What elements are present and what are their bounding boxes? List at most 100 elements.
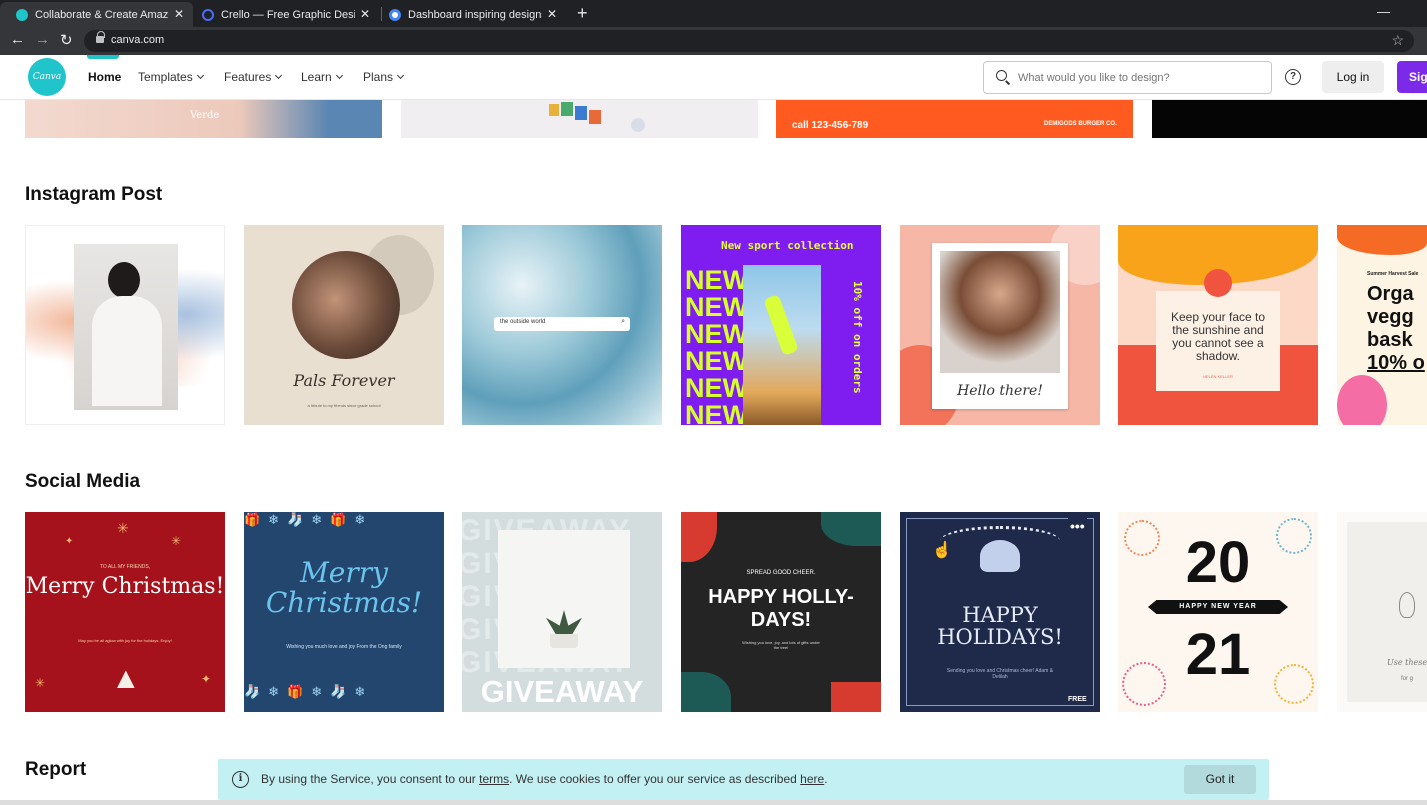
close-icon[interactable]: ✕ [174, 7, 184, 21]
nav-label: Features [224, 70, 272, 84]
headline-line: vegg [1367, 306, 1414, 328]
close-icon[interactable]: ✕ [547, 7, 557, 21]
cursor-hand-icon: ☝ [932, 542, 952, 559]
social-card-holly-days[interactable]: SPREAD GOOD CHEER. HAPPY HOLLY-DAYS! Wis… [681, 512, 881, 712]
friends-photo [292, 251, 400, 359]
social-card-happy-holidays[interactable]: ••• HAPPY HOLIDAYS! Sending you love and… [900, 512, 1100, 712]
new-word: NEW [685, 319, 748, 349]
url-bar[interactable]: canva.com ☆ [84, 30, 1414, 52]
gift-shape [831, 682, 881, 712]
search-icon: ⌕ [621, 318, 625, 325]
toy-block [549, 104, 559, 116]
instagram-card-sunshine[interactable]: Keep your face to the sunshine and you c… [1118, 225, 1318, 425]
card-subtext: a tribute to my friends since grade scho… [307, 403, 381, 408]
browser-tab-bar: Collaborate & Create Amazing G ✕ Crello … [0, 0, 1427, 27]
new-word: NEW [685, 292, 748, 322]
blob-shape [1337, 225, 1427, 255]
card-text: Keep your face to the sunshine and you c… [1170, 310, 1266, 363]
cookie-text: By using the Service, you consent to our… [261, 772, 828, 786]
help-icon[interactable]: ? [1285, 69, 1301, 85]
portrait-photo [74, 244, 178, 410]
social-card-merry-christmas-blue[interactable]: 🎁❄🧦❄🎁❄ Merry Christmas! Wishing you much… [244, 512, 444, 712]
signup-button[interactable]: Sign up [1397, 61, 1427, 93]
back-arrow-icon[interactable]: ← [10, 31, 25, 48]
template-card-top-1[interactable]: Verde [25, 100, 382, 138]
headline-line: Orga [1367, 283, 1414, 305]
instagram-card-ocean[interactable]: the outside world ⌕ [462, 225, 662, 425]
template-card-top-4[interactable] [1152, 100, 1427, 138]
cookie-banner: i By using the Service, you consent to o… [218, 759, 1269, 800]
site-header: Canva Home Templates Features Learn Plan… [0, 55, 1427, 100]
bookmark-star-icon[interactable]: ☆ [1391, 32, 1404, 49]
chevron-down-icon [335, 71, 343, 80]
card-small-text: Summer Harvest Sale [1367, 271, 1419, 277]
chevron-down-icon [396, 71, 405, 80]
social-card-new-year[interactable]: 20 HAPPY NEW YEAR 21 [1118, 512, 1318, 712]
canva-favicon-icon [16, 8, 28, 21]
lock-icon [96, 31, 105, 43]
card-text: Use these [1387, 658, 1427, 667]
card-brand: DEMIGODS BURGER CO. [1044, 121, 1117, 127]
card-text: Merry Christmas! [265, 556, 423, 619]
banner-text: HAPPY NEW YEAR [1179, 603, 1257, 610]
nav-learn[interactable]: Learn [301, 70, 343, 84]
gift-shape [681, 512, 717, 562]
minimize-icon[interactable]: — [1377, 4, 1390, 19]
tab-google[interactable]: Dashboard inspiring designs - G ✕ [373, 2, 566, 27]
forward-arrow-icon[interactable]: → [35, 31, 50, 48]
leaf-shape [821, 512, 881, 546]
nav-label: Learn [301, 70, 332, 84]
cookie-text-part: By using the Service, you consent to our [261, 772, 480, 786]
search-input[interactable] [1018, 69, 1258, 87]
card-header: New sport collection [721, 239, 854, 252]
instagram-card-pals-forever[interactable]: Pals Forever a tribute to my friends sin… [244, 225, 444, 425]
reload-icon[interactable]: ↻ [60, 31, 73, 49]
login-button[interactable]: Log in [1322, 61, 1384, 93]
terms-link[interactable]: terms [479, 772, 509, 786]
new-tab-icon[interactable]: + [577, 3, 588, 24]
polaroid-frame: Hello there! [932, 243, 1068, 409]
tab-crello[interactable]: Crello — Free Graphic Design So ✕ [186, 2, 379, 27]
new-word: NEW [685, 265, 748, 295]
section-title-report: Report [25, 759, 87, 780]
close-icon[interactable]: ✕ [360, 7, 370, 21]
status-bar [0, 800, 1427, 805]
card-subtext: Wishing you much love and joy From the O… [286, 644, 402, 650]
tab-canva[interactable]: Collaborate & Create Amazing G ✕ [0, 2, 193, 27]
google-favicon-icon [389, 8, 401, 21]
search-icon [996, 70, 1007, 81]
canva-logo[interactable]: Canva [28, 58, 66, 96]
nav-plans[interactable]: Plans [363, 70, 405, 84]
template-card-top-2[interactable] [401, 100, 758, 138]
bow-icon [980, 540, 1020, 572]
info-icon: i [232, 771, 249, 788]
toy-block [561, 102, 573, 116]
instagram-card-watercolor[interactable] [25, 225, 225, 425]
more-options-icon[interactable]: ••• [1068, 518, 1087, 534]
nav-templates[interactable]: Templates [138, 70, 204, 84]
nav-label: Plans [363, 70, 394, 84]
instagram-card-hello-there[interactable]: Hello there! [900, 225, 1100, 425]
nav-features[interactable]: Features [224, 70, 283, 84]
social-card-minimal[interactable]: Use these for g [1337, 512, 1427, 712]
here-link[interactable]: here [800, 772, 824, 786]
new-stack: NEW NEW NEW NEW NEW NEW [685, 265, 748, 426]
logo-text: Canva [32, 72, 62, 82]
social-card-giveaway[interactable]: GIVEAWAY GIVEAWAY GIVEAWAY GIVEAWAY GIVE… [462, 512, 662, 712]
crello-favicon-icon [202, 8, 214, 21]
got-it-button[interactable]: Got it [1184, 765, 1256, 794]
nav-home[interactable]: Home [88, 70, 121, 84]
instagram-card-organic[interactable]: Summer Harvest Sale Orga vegg bask 10% o [1337, 225, 1427, 425]
headline-line: bask [1367, 329, 1413, 351]
instagram-card-sport[interactable]: New sport collection NEW NEW NEW NEW NEW… [681, 225, 881, 425]
url-text: canva.com [111, 34, 165, 46]
tab-title: Crello — Free Graphic Design So [221, 8, 355, 21]
social-card-merry-christmas-red[interactable]: ✳ ✦ ✳ TO ALL MY FRIENDS, Merry Christmas… [25, 512, 225, 712]
year-top: 20 [1185, 530, 1251, 595]
star-icon: ✳ [35, 676, 46, 690]
card-text: Pals Forever [293, 371, 395, 390]
template-card-top-3[interactable]: call 123-456-789 DEMIGODS BURGER CO. [776, 100, 1133, 138]
home-indicator [87, 55, 119, 59]
search-box[interactable] [983, 61, 1272, 94]
card-panel [1347, 522, 1427, 702]
